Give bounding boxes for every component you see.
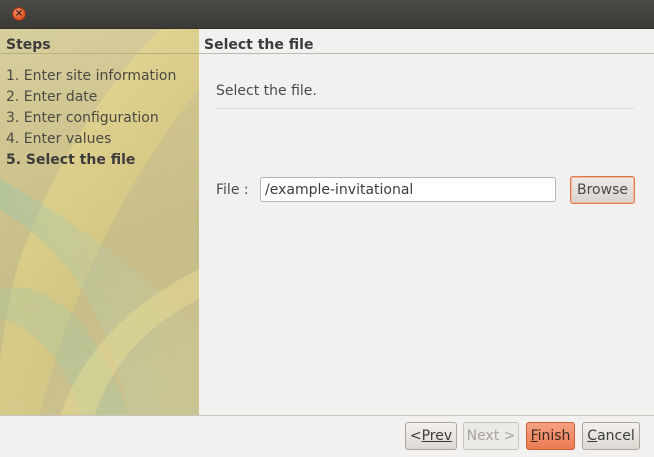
steps-title: Steps xyxy=(6,37,51,53)
wizard-window: × Steps 1. Enter site information 2. Ent… xyxy=(0,0,654,457)
content-panel: Select the file Select the file. File : … xyxy=(199,29,654,415)
cancel-button-label: ancel xyxy=(597,428,635,444)
title-bar: × xyxy=(0,0,654,29)
title-divider xyxy=(199,53,654,54)
page-title: Select the file xyxy=(204,37,314,53)
file-path-input[interactable] xyxy=(260,177,556,202)
prev-button-label: Prev xyxy=(421,428,453,444)
cancel-button[interactable]: Cancel xyxy=(582,422,640,450)
finish-button-label: inish xyxy=(537,428,571,444)
finish-button[interactable]: Finish xyxy=(526,422,575,450)
steps-divider xyxy=(0,53,199,54)
next-button[interactable]: Next > xyxy=(463,422,519,450)
footer-divider xyxy=(0,415,654,416)
close-icon[interactable]: × xyxy=(12,7,26,21)
step-item-values: 4. Enter values xyxy=(6,131,112,147)
cancel-button-mnemonic: C xyxy=(587,428,598,444)
description-divider xyxy=(216,108,634,109)
finish-button-mnemonic: F xyxy=(530,428,538,444)
step-item-site-information: 1. Enter site information xyxy=(6,68,177,84)
steps-panel: Steps 1. Enter site information 2. Enter… xyxy=(0,29,199,415)
file-label: File : xyxy=(216,182,249,198)
steps-list: 1. Enter site information 2. Enter date … xyxy=(6,66,176,171)
step-item-configuration: 3. Enter configuration xyxy=(6,110,159,126)
prev-button-mnemonic: < xyxy=(409,428,422,444)
step-item-select-file: 5. Select the file xyxy=(6,152,136,168)
step-item-date: 2. Enter date xyxy=(6,89,98,105)
step-description: Select the file. xyxy=(216,83,317,99)
prev-button[interactable]: <Prev xyxy=(405,422,457,450)
browse-button[interactable]: Browse xyxy=(570,176,635,204)
